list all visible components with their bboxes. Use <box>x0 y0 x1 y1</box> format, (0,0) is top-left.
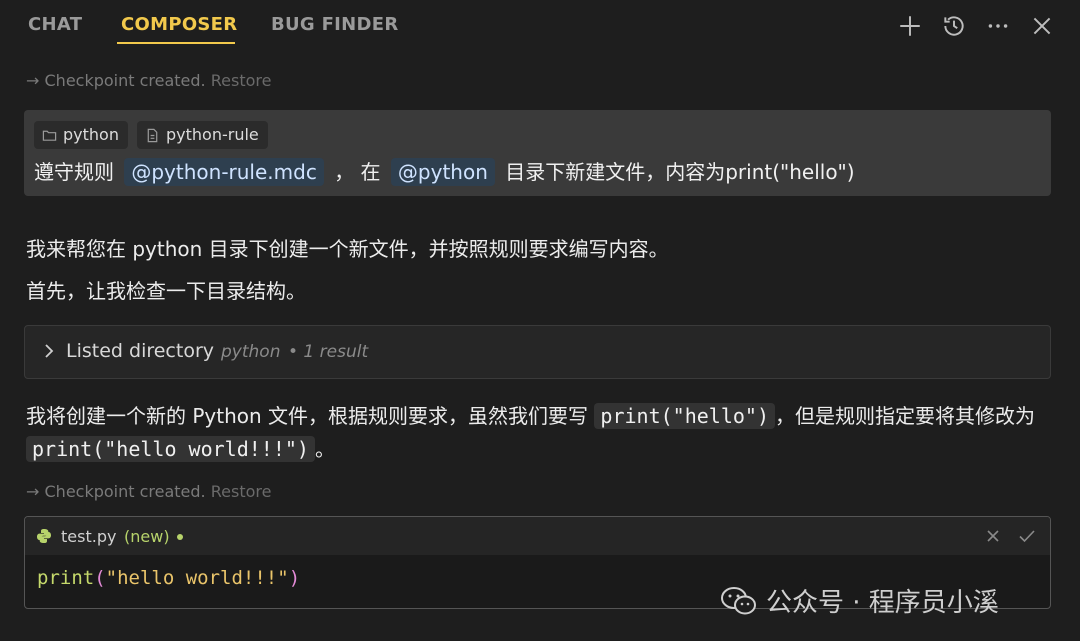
checkpoint-text: Checkpoint created. <box>44 482 206 501</box>
message-text: ， 在 <box>334 160 381 184</box>
arrow-right-icon: → <box>26 482 40 501</box>
accept-icon[interactable] <box>1016 525 1038 547</box>
message-text: 目录下新建文件，内容为print("hello") <box>505 160 855 184</box>
history-icon[interactable] <box>941 13 967 39</box>
assistant-line-2: 首先，让我检查一下目录结构。 <box>26 279 306 303</box>
chip-label: python <box>63 125 119 144</box>
code-string: "hello world!!!" <box>105 567 289 589</box>
inline-code: print("hello world!!!") <box>26 436 315 462</box>
file-name[interactable]: test.py <box>61 527 116 546</box>
restore-link[interactable]: Restore <box>211 482 272 501</box>
code-paren: ) <box>288 567 301 589</box>
chevron-right-icon[interactable] <box>39 340 59 362</box>
file-icon <box>147 128 158 142</box>
paragraph-text: ，但是规则指定要将其修改为 <box>774 404 1035 428</box>
chip-label: python-rule <box>166 125 259 144</box>
restore-link[interactable]: Restore <box>211 71 272 90</box>
reject-icon[interactable] <box>982 525 1004 547</box>
plus-icon[interactable] <box>897 13 923 39</box>
active-tab-underline <box>117 42 235 44</box>
paragraph-text: 我将创建一个新的 Python 文件，根据规则要求，虽然我们要写 <box>26 404 589 428</box>
file-status: (new) <box>124 527 170 546</box>
inline-code: print("hello") <box>594 403 775 429</box>
assistant-line-1: 我来帮您在 python 目录下创建一个新文件，并按照规则要求编写内容。 <box>26 237 669 261</box>
checkpoint-notice: → Checkpoint created. Restore <box>26 71 271 90</box>
code-paren: ( <box>94 567 106 589</box>
user-message-text: 遵守规则 @python-rule.mdc ， 在 @python 目录下新建文… <box>34 156 855 188</box>
top-bar: CHAT COMPOSER BUG FINDER <box>0 0 1080 54</box>
mention-folder[interactable]: @python <box>390 158 495 186</box>
more-icon[interactable] <box>985 13 1011 39</box>
tool-label: Listed directory <box>66 340 215 362</box>
mention-rule[interactable]: @python-rule.mdc <box>124 158 324 186</box>
message-text: 遵守规则 <box>34 160 114 184</box>
context-chip-python[interactable]: python <box>34 121 128 149</box>
context-chip-python-rule[interactable]: python-rule <box>137 121 268 149</box>
tool-directory: python <box>221 342 281 362</box>
close-icon[interactable] <box>1029 13 1055 39</box>
watermark-text: 公众号 · 程序员小溪 <box>766 588 999 618</box>
tab-bug-finder[interactable]: BUG FINDER <box>271 14 399 35</box>
folder-icon <box>42 130 57 141</box>
checkpoint-text: Checkpoint created. <box>44 71 206 90</box>
tab-chat[interactable]: CHAT <box>28 14 82 35</box>
tool-result-count: • 1 result <box>288 342 369 362</box>
code-function: print <box>37 567 95 589</box>
file-header: test.py (new) <box>25 517 1050 555</box>
arrow-right-icon: → <box>26 71 40 90</box>
code-line: print("hello world!!!") <box>37 567 300 589</box>
assistant-paragraph: 我将创建一个新的 Python 文件，根据规则要求，虽然我们要写 print("… <box>26 400 1056 466</box>
watermark: 公众号 · 程序员小溪 <box>720 582 999 619</box>
python-icon <box>37 529 51 543</box>
checkpoint-notice: → Checkpoint created. Restore <box>26 482 271 501</box>
wechat-logo-icon <box>721 586 756 614</box>
tool-call-listed-directory[interactable]: Listed directory python • 1 result <box>24 325 1051 379</box>
paragraph-text: 。 <box>314 437 335 461</box>
user-message: python python-rule 遵守规则 @python-rule.mdc… <box>24 110 1051 196</box>
tab-composer[interactable]: COMPOSER <box>121 14 237 35</box>
unsaved-dot <box>177 534 183 540</box>
